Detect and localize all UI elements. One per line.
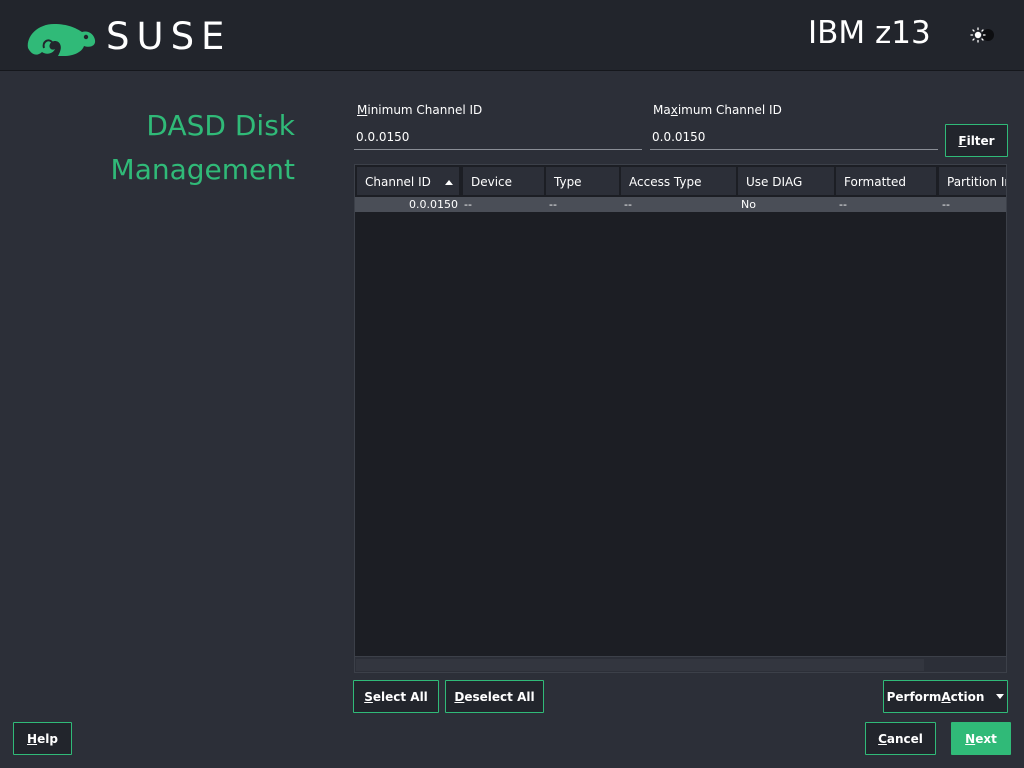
cell-use-diag: No: [741, 198, 756, 211]
min-channel-input[interactable]: [354, 125, 642, 150]
table-row[interactable]: 0.0.0150 -- -- -- No -- --: [355, 197, 1006, 212]
horizontal-scrollbar[interactable]: [355, 656, 1006, 672]
select-all-button[interactable]: Select All: [353, 680, 439, 713]
cell-formatted: --: [839, 198, 847, 211]
cancel-button[interactable]: Cancel: [865, 722, 936, 755]
deselect-all-button[interactable]: Deselect All: [445, 680, 544, 713]
cell-device: --: [464, 198, 472, 211]
column-header-access-type[interactable]: Access Type: [621, 167, 736, 195]
column-header-partition-info[interactable]: Partition In: [939, 167, 1006, 195]
perform-action-button[interactable]: Perform Action: [883, 680, 1008, 713]
max-channel-label: Maximum Channel ID: [653, 103, 782, 117]
brand-wordmark: SUSE: [106, 15, 232, 58]
cell-partition-info: --: [942, 198, 950, 211]
cell-type: --: [549, 198, 557, 211]
help-button[interactable]: Help: [13, 722, 72, 755]
column-header-type[interactable]: Type: [546, 167, 619, 195]
installer-window: SUSE IBM z13 DASD Disk Management Minimu…: [0, 0, 1024, 768]
machine-name: IBM z13: [808, 15, 931, 51]
column-header-use-diag[interactable]: Use DIAG: [738, 167, 834, 195]
header-bar: SUSE IBM z13: [0, 0, 1024, 71]
cell-channel-id: 0.0.0150: [409, 198, 458, 211]
filter-button[interactable]: Filter: [945, 124, 1008, 157]
suse-chameleon-logo: [27, 24, 96, 56]
page-title: DASD Disk Management: [40, 104, 295, 192]
sun-icon: [970, 27, 994, 43]
cell-access-type: --: [624, 198, 632, 211]
next-button[interactable]: Next: [951, 722, 1011, 755]
max-channel-input[interactable]: [650, 125, 938, 150]
sort-ascending-icon: [445, 180, 453, 185]
min-channel-label: Minimum Channel ID: [357, 103, 483, 117]
table-header: Channel ID Device Type Access Type Use D…: [355, 165, 1006, 197]
column-header-channel-id[interactable]: Channel ID: [357, 167, 459, 195]
dasd-table[interactable]: Channel ID Device Type Access Type Use D…: [354, 164, 1007, 673]
page-title-line2: Management: [110, 153, 295, 186]
chevron-down-icon: [996, 694, 1005, 699]
page-title-line1: DASD Disk: [146, 109, 295, 142]
column-header-formatted[interactable]: Formatted: [836, 167, 936, 195]
scrollbar-thumb[interactable]: [356, 659, 924, 671]
column-header-device[interactable]: Device: [463, 167, 544, 195]
theme-toggle[interactable]: [968, 26, 996, 44]
